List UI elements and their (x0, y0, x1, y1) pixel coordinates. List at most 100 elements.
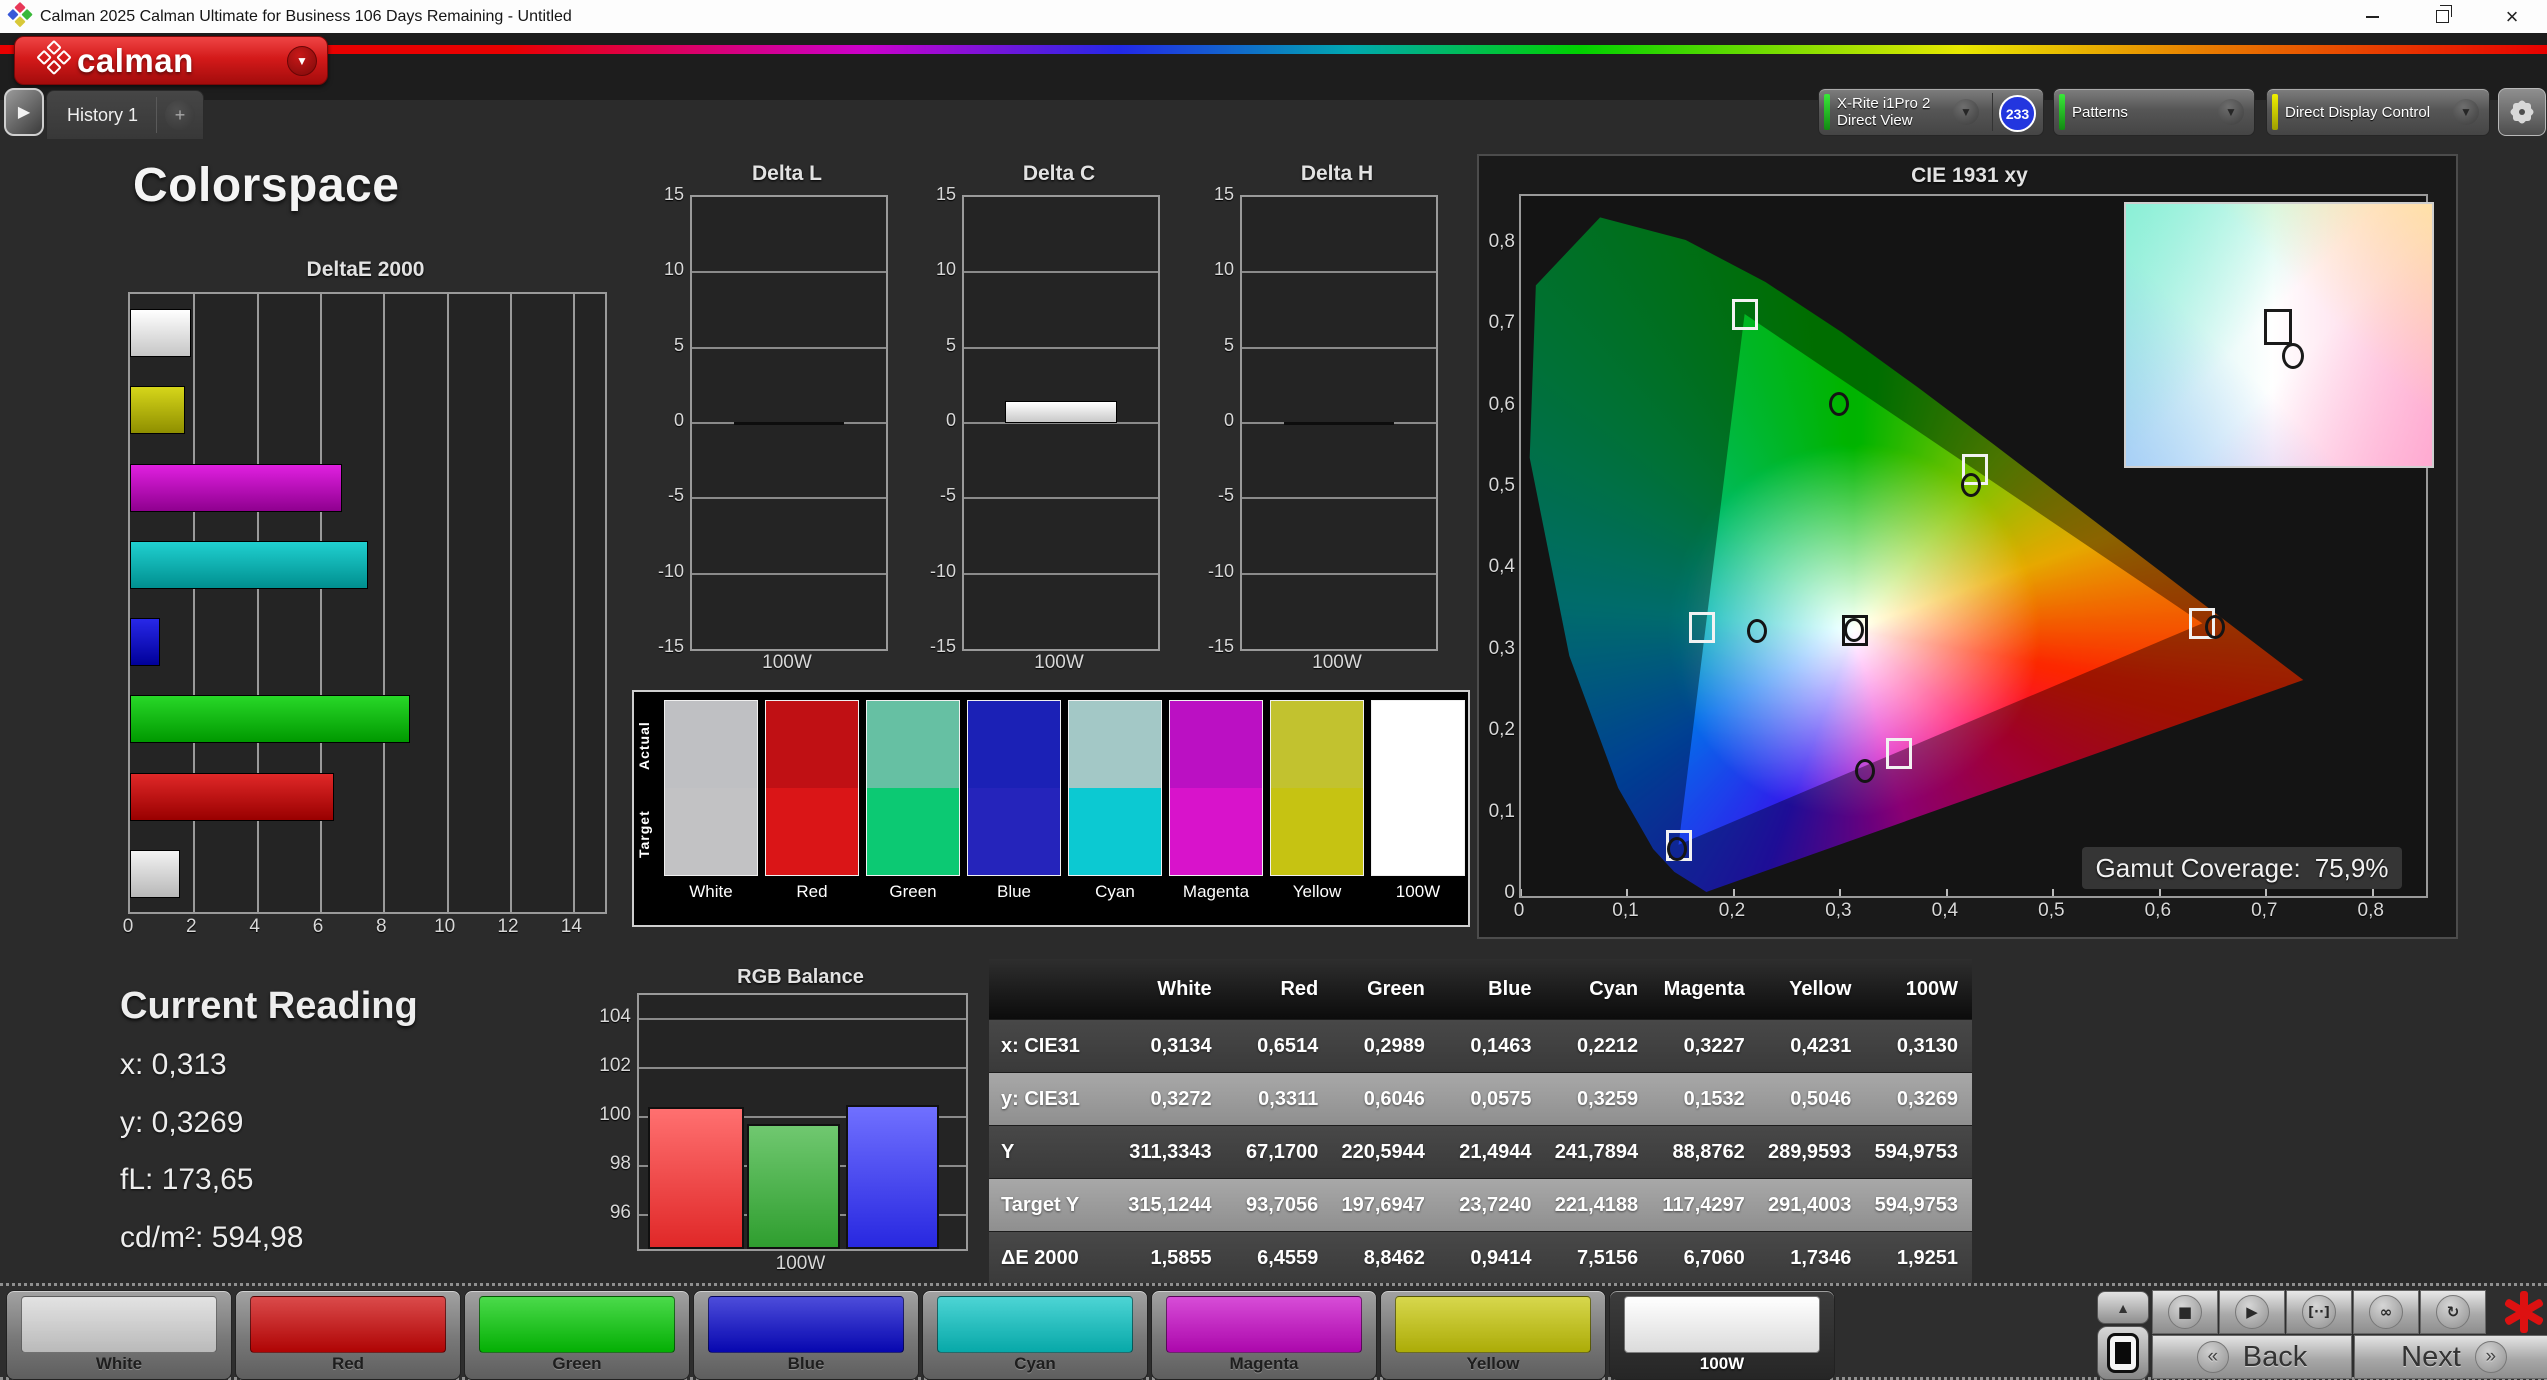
gridline (1242, 572, 1436, 575)
table-cell: 0,3130 (1896, 1034, 1958, 1057)
pattern-size-button[interactable]: [··] (2286, 1290, 2352, 1334)
table-header-cell: Blue (1488, 977, 1532, 1000)
display-pattern-button[interactable] (2097, 1326, 2149, 1380)
continuous-measure-button[interactable]: ∞ (2353, 1290, 2419, 1334)
axis-tick-label: 0 (1223, 410, 1234, 430)
deltae-bar-blue (130, 618, 160, 666)
pattern-button-label: White (95, 1354, 143, 1373)
deltae-bar-cyan (130, 540, 368, 589)
calman-logo-text: calman (77, 41, 194, 79)
axis-tick-label: -15 (1207, 636, 1234, 656)
next-label: Next (2401, 1340, 2461, 1373)
patterns-dropdown[interactable]: Patterns ▼ (2053, 88, 2255, 136)
delta-bar (734, 422, 844, 425)
pattern-button-green[interactable]: Green (464, 1290, 690, 1380)
pattern-button-red[interactable]: Red (235, 1290, 461, 1380)
monitor-icon (2107, 1333, 2139, 1373)
history-expand-button[interactable]: ▶ (4, 88, 44, 136)
expand-panel-button[interactable]: ▲ (2097, 1291, 2149, 1324)
table-cell: 23,7240 (1459, 1193, 1532, 1216)
table-header-cell: Red (1280, 977, 1319, 1000)
next-button[interactable]: Next » (2354, 1335, 2547, 1379)
axis-tick-label: 8 (376, 916, 387, 937)
stop-button[interactable]: ■ (2152, 1290, 2218, 1334)
close-button[interactable]: × (2477, 0, 2547, 33)
gridline (964, 497, 1158, 500)
pattern-button-white[interactable]: White (6, 1290, 232, 1380)
pattern-button-label: Blue (787, 1354, 825, 1373)
table-cell: 0,4231 (1790, 1034, 1852, 1057)
pattern-button-blue[interactable]: Blue (693, 1290, 919, 1380)
delta-bar (1284, 422, 1394, 425)
back-label: Back (2242, 1340, 2308, 1373)
cie-measured-cyan (1746, 618, 1767, 643)
target-swatch (766, 788, 858, 875)
refresh-button[interactable]: ↻ (2420, 1290, 2486, 1334)
swatch-label: Cyan (1095, 882, 1135, 901)
settings-button[interactable] (2498, 88, 2546, 136)
axis-tick-label: 98 (609, 1152, 631, 1174)
pattern-button-100w[interactable]: 100W (1609, 1290, 1835, 1380)
calman-logo-icon (33, 39, 75, 81)
table-cell: 0,3311 (1258, 1087, 1319, 1110)
axis-tick-label: -5 (1217, 485, 1234, 506)
actual-swatch (1170, 701, 1262, 788)
actual-swatch (766, 701, 858, 788)
display-control-dropdown[interactable]: Direct Display Control ▼ (2266, 88, 2490, 136)
display-control-status-bar (2272, 94, 2278, 130)
rgb-balance-x-label: 100W (775, 1253, 826, 1274)
target-swatch (1069, 788, 1161, 875)
axis-tick-label: 0 (122, 916, 134, 937)
pattern-swatch (937, 1296, 1133, 1353)
axis-tick-label: 5 (945, 334, 956, 355)
table-cell: 221,4188 (1554, 1193, 1639, 1216)
deltae-bar-red (130, 772, 335, 821)
pattern-button-yellow[interactable]: Yellow (1380, 1290, 1606, 1380)
back-button[interactable]: « Back (2152, 1335, 2352, 1379)
cie-target-green (1731, 299, 1758, 331)
display-control-label: Direct Display Control (2285, 103, 2431, 121)
window-title: Calman 2025 Calman Ultimate for Business… (40, 8, 572, 25)
table-cell: 594,9753 (1874, 1193, 1958, 1216)
spectracal-asterisk-icon (2498, 1288, 2547, 1336)
cie-target-cyan (1689, 611, 1715, 643)
table-cell: 0,3259 (1576, 1087, 1639, 1110)
meter-dropdown[interactable]: X-Rite i1Pro 2 Direct View ▼ 233 (1818, 88, 2044, 136)
table-row-label: x: CIE31 (1001, 1034, 1080, 1057)
swatch-pair (1371, 700, 1465, 876)
axis-tick-label: 5 (673, 334, 684, 355)
meter-count-badge: 233 (1999, 95, 2036, 132)
pattern-button-cyan[interactable]: Cyan (922, 1290, 1148, 1380)
rgb-balance-y-axis: 104 102 100 98 96 (587, 993, 631, 1247)
axis-tick-label: -15 (657, 636, 684, 656)
axis-tick-label: 0 (1513, 900, 1525, 921)
tab-history-1[interactable]: History 1 (47, 105, 156, 126)
meter-mode: Direct View (1837, 112, 1913, 129)
pattern-button-label: Yellow (1466, 1354, 1520, 1373)
actual-swatch (968, 701, 1060, 788)
add-tab-button[interactable]: + (157, 100, 203, 130)
pattern-button-magenta[interactable]: Magenta (1151, 1290, 1377, 1380)
minimize-button[interactable] (2337, 0, 2407, 33)
chevron-down-icon: ▼ (2218, 99, 2244, 125)
gridline (639, 1018, 966, 1021)
minimize-icon (2365, 15, 2379, 18)
gridline (692, 572, 886, 575)
play-button[interactable]: ▶ (2219, 1290, 2285, 1334)
axis-tick-label: 0,5 (1488, 475, 1515, 497)
chevron-down-icon: ▼ (287, 45, 317, 76)
table-header-cell: 100W (1905, 977, 1958, 1000)
axis-tick-label: 0,7 (2251, 900, 2278, 921)
tab-group: History 1 + (46, 90, 205, 139)
table-cell: 21,4944 (1459, 1140, 1532, 1163)
gridline (510, 294, 512, 912)
swatch-pair (1169, 700, 1263, 876)
delta-c-y-axis: 15 10 5 0 -5 -10 -15 (914, 184, 956, 656)
actual-target-swatch-strip: Actual Target White Red Green Blue Cyan Magen… (632, 690, 1470, 927)
delta-h-title: Delta H (1300, 162, 1374, 185)
table-cell: 1,5855 (1150, 1246, 1212, 1269)
table-header-cell: Magenta (1663, 977, 1745, 1000)
calman-menu-button[interactable]: calman ▼ (14, 36, 328, 85)
axis-tick-label: 96 (609, 1201, 631, 1223)
restore-button[interactable] (2407, 0, 2477, 33)
